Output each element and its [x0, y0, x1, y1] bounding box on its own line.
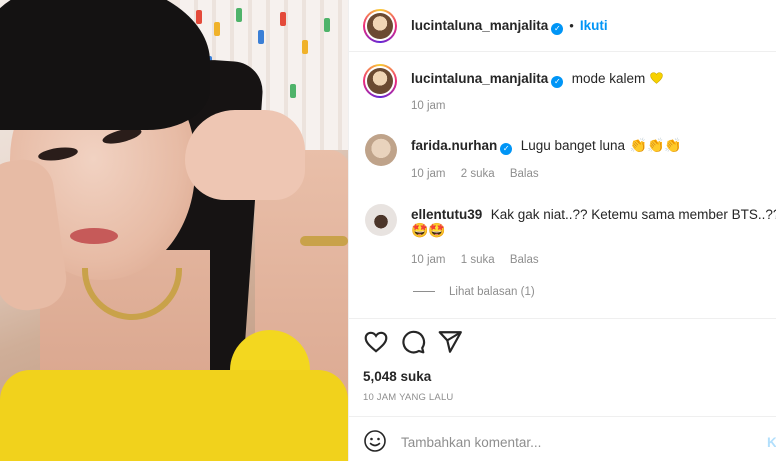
author-username[interactable]: lucintaluna_manjalita	[411, 18, 548, 33]
heart-icon[interactable]	[363, 329, 389, 355]
post-photo[interactable]	[0, 0, 348, 461]
separator-dot: •	[569, 18, 574, 33]
view-replies-label: Lihat balasan (1)	[449, 286, 535, 298]
share-icon[interactable]	[437, 329, 463, 355]
commenter-avatar[interactable]	[365, 204, 397, 236]
caption-time[interactable]: 10 jam	[411, 100, 446, 112]
comment-likes[interactable]: 2 suka	[461, 168, 495, 180]
comment-text: Kak gak niat..?? Ketemu sama member BTS.…	[490, 207, 776, 222]
comment-time[interactable]: 10 jam	[411, 254, 446, 266]
yellow-top	[0, 370, 348, 461]
post-comment-button[interactable]: K	[767, 435, 776, 450]
caption-username[interactable]: lucintaluna_manjalita	[411, 71, 548, 86]
verified-icon: ✓	[500, 143, 513, 155]
commenter-avatar[interactable]	[365, 134, 397, 166]
verified-icon: ✓	[551, 76, 564, 88]
caption-text: mode kalem	[571, 71, 646, 86]
bracelet	[300, 236, 348, 246]
likes-count[interactable]: 5,048 suka	[363, 369, 431, 384]
caption-avatar[interactable]	[363, 64, 397, 98]
post-header: lucintaluna_manjalita ✓ • Ikuti	[349, 0, 776, 52]
comment-username[interactable]: ellentutu39	[411, 207, 482, 222]
view-replies-button[interactable]: Lihat balasan (1)	[413, 286, 535, 298]
divider-line	[413, 291, 435, 293]
star-struck-icon: 🤩🤩	[411, 222, 446, 238]
post-panel: lucintaluna_manjalita ✓ • Ikuti lucintaluna…	[348, 0, 776, 461]
clap-icon: 👏👏👏	[629, 137, 682, 153]
reply-button[interactable]: Balas	[510, 254, 539, 266]
right-hand	[185, 110, 305, 200]
lips	[70, 228, 118, 244]
comment-text: Lugu banget luna	[520, 138, 626, 153]
yellow-heart-icon	[650, 72, 663, 84]
comment-username[interactable]: farida.nurhan	[411, 138, 497, 153]
comment-form: Tambahkan komentar... K	[349, 416, 776, 461]
bangs	[0, 0, 210, 130]
reply-button[interactable]: Balas	[510, 168, 539, 180]
post-time[interactable]: 10 JAM YANG LALU	[363, 392, 454, 403]
comment-icon[interactable]	[400, 329, 426, 355]
comment-time[interactable]: 10 jam	[411, 168, 446, 180]
verified-icon: ✓	[551, 23, 564, 35]
author-avatar[interactable]	[363, 9, 397, 43]
follow-button[interactable]: Ikuti	[580, 18, 608, 33]
emoji-icon[interactable]	[363, 429, 387, 453]
comment-input[interactable]: Tambahkan komentar...	[401, 435, 541, 450]
comment-likes[interactable]: 1 suka	[461, 254, 495, 266]
